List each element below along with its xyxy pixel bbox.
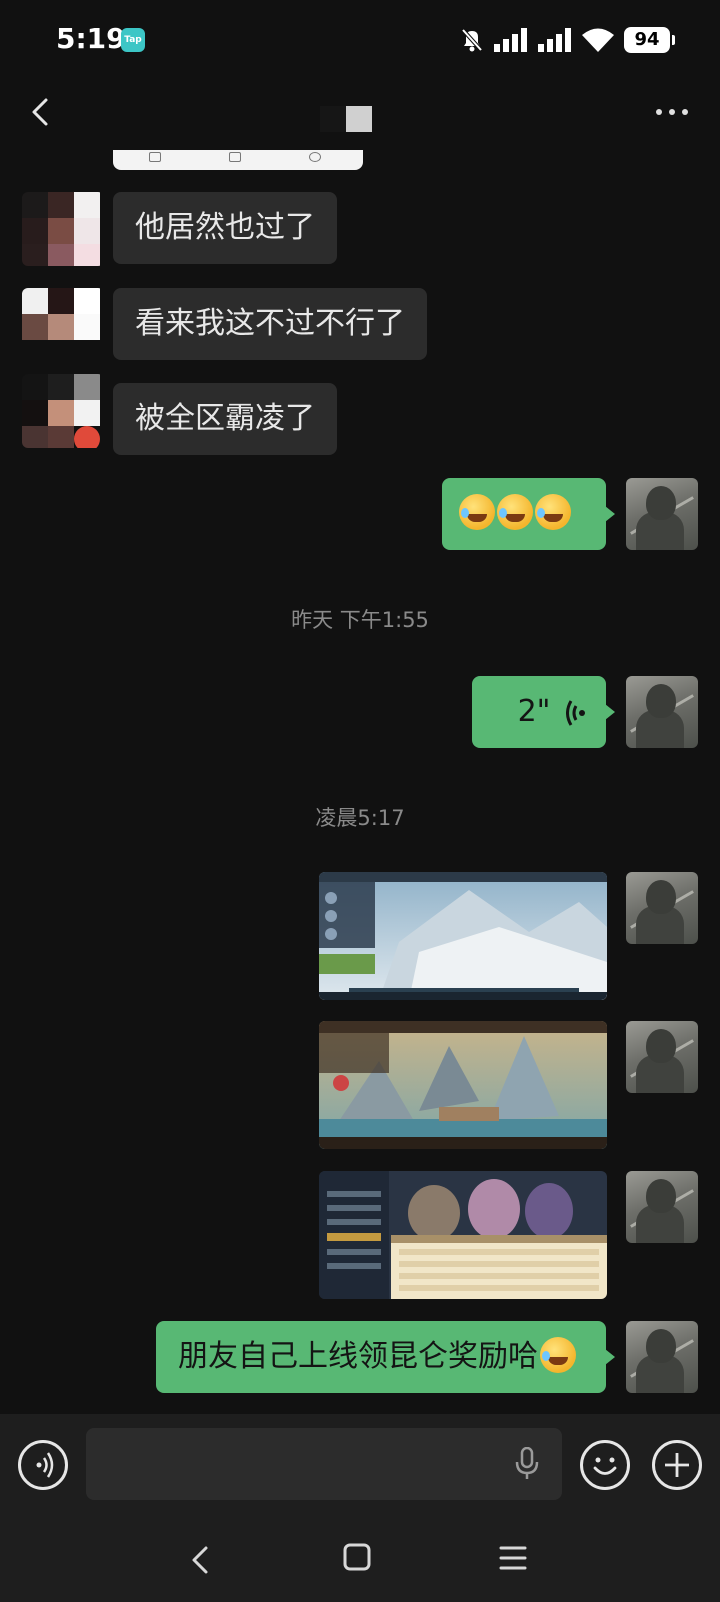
contact-avatar[interactable] <box>22 288 104 350</box>
mute-bell-icon <box>461 28 483 52</box>
self-avatar[interactable] <box>626 478 698 550</box>
self-avatar[interactable] <box>626 1021 698 1093</box>
more-options-button[interactable] <box>650 94 694 130</box>
contact-avatar[interactable] <box>22 374 104 448</box>
chat-title-redacted <box>320 106 372 132</box>
self-avatar[interactable] <box>626 872 698 944</box>
voice-wave-icon <box>566 699 585 726</box>
laughing-crying-emoji-icon <box>459 493 495 530</box>
chevron-left-icon <box>32 98 48 126</box>
status-time: 5:19 <box>56 22 126 55</box>
self-avatar[interactable] <box>626 1171 698 1243</box>
game-screenshot-image <box>319 1171 607 1299</box>
previous-message-bubble[interactable] <box>113 150 363 170</box>
more-dots-icon <box>656 109 662 115</box>
laughing-crying-emoji-icon <box>497 493 533 530</box>
image-message-game-screenshot[interactable] <box>319 872 607 1000</box>
message-bubble-received[interactable]: 他居然也过了 <box>113 192 337 264</box>
smiley-icon <box>593 1457 617 1475</box>
laughing-crying-emoji-icon <box>535 493 571 530</box>
game-screenshot-image <box>319 872 607 1000</box>
status-bar: 5:19 Tap 94 <box>0 0 720 80</box>
self-avatar[interactable] <box>626 676 698 748</box>
system-back-icon[interactable] <box>186 1542 216 1578</box>
signal-icon <box>538 28 571 52</box>
timestamp: 凌晨5:17 <box>315 806 405 830</box>
game-screenshot-image <box>319 1021 607 1149</box>
status-icons: 94 <box>460 24 675 56</box>
face-with-hand-emoji-icon <box>540 1336 576 1373</box>
back-button[interactable] <box>22 88 62 136</box>
voice-message-bubble[interactable]: 2" <box>472 676 615 748</box>
message-input[interactable] <box>86 1428 562 1500</box>
voice-mode-icon <box>36 1452 54 1478</box>
emoji-button[interactable] <box>580 1440 630 1490</box>
self-avatar[interactable] <box>626 1321 698 1393</box>
microphone-icon[interactable] <box>514 1447 540 1481</box>
signal-icon <box>494 28 527 52</box>
image-message-game-screenshot[interactable] <box>319 1171 607 1299</box>
voice-duration: 2" <box>517 694 551 729</box>
system-home-icon[interactable] <box>342 1542 372 1572</box>
plus-circle-icon <box>665 1453 689 1477</box>
chat-header <box>0 80 720 148</box>
message-text: 朋友自己上线领昆仑奖励哈 <box>178 1339 538 1374</box>
system-navigation-bar <box>0 1518 720 1602</box>
image-message-game-screenshot[interactable] <box>319 1021 607 1149</box>
battery-icon: 94 <box>624 27 675 53</box>
voice-mode-button[interactable] <box>18 1440 68 1490</box>
message-bubble-received[interactable]: 看来我这不过不行了 <box>113 288 427 360</box>
system-menu-icon[interactable] <box>498 1544 528 1572</box>
wifi-icon <box>582 28 614 52</box>
more-actions-button[interactable] <box>652 1440 702 1490</box>
tap-app-icon: Tap <box>121 28 145 52</box>
timestamp: 昨天 下午1:55 <box>291 608 429 632</box>
message-bubble-sent[interactable]: 朋友自己上线领昆仑奖励哈 <box>156 1321 615 1393</box>
message-bubble-sent-emoji[interactable] <box>442 478 615 550</box>
chat-input-bar <box>0 1414 720 1518</box>
message-bubble-received[interactable]: 被全区霸凌了 <box>113 383 337 455</box>
contact-avatar[interactable] <box>22 192 104 266</box>
